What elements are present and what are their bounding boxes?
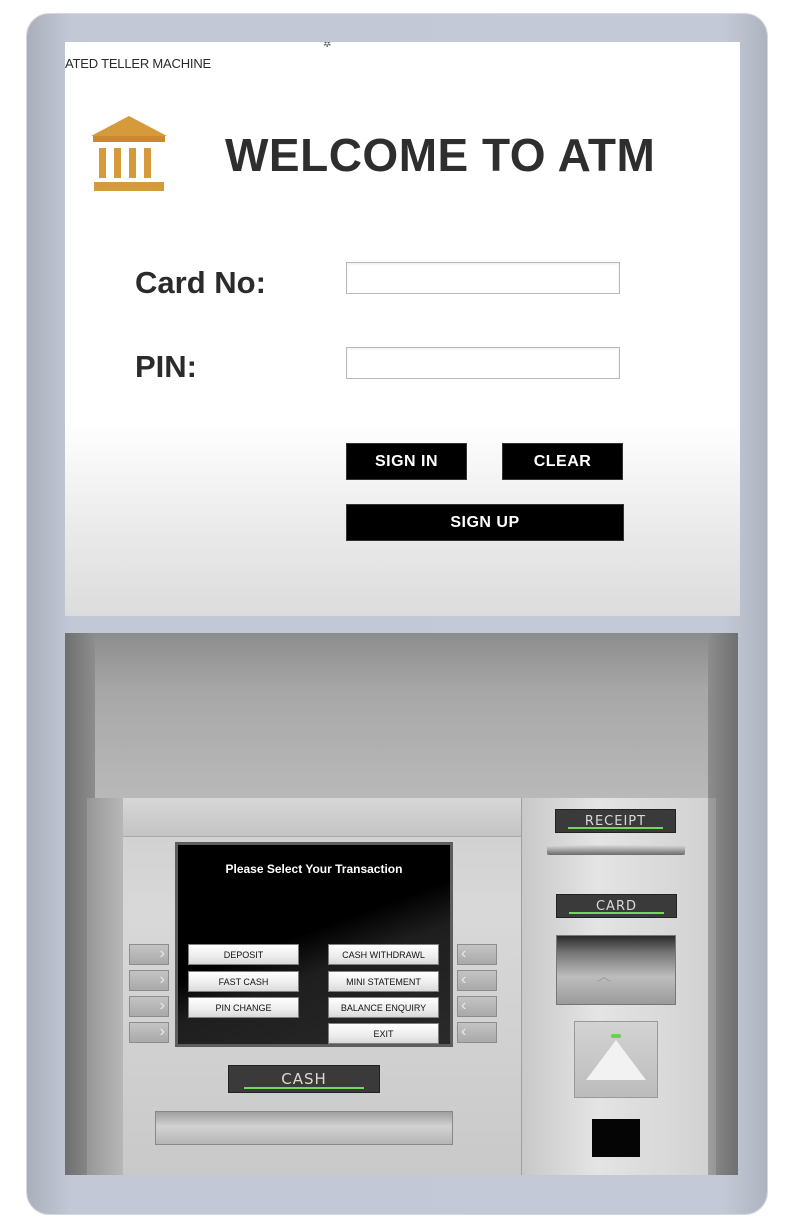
side-key-right-2[interactable]: ‹ [457, 970, 497, 991]
cash-plate: CASH [228, 1065, 380, 1093]
window-title: ATED TELLER MACHINE [65, 56, 211, 71]
chevron-up-icon: ︿ [597, 968, 611, 984]
mini-statement-button[interactable]: MINI STATEMENT [328, 971, 439, 992]
cash-withdrawl-button[interactable]: CASH WITHDRAWL [328, 944, 439, 965]
welcome-heading: WELCOME TO ATM [225, 129, 656, 181]
side-key-left-4[interactable]: › [129, 1022, 169, 1043]
screen-title: Please Select Your Transaction [225, 862, 403, 876]
side-key-right-3[interactable]: ‹ [457, 996, 497, 1017]
pad-indicator [611, 1034, 621, 1038]
sign-up-button[interactable]: SIGN UP [346, 504, 624, 541]
atm-machine: Please Select Your Transaction DEPOSIT F… [65, 633, 738, 1175]
card-number-label: Card No: [135, 265, 266, 300]
chevron-left-icon: ‹ [461, 1023, 467, 1040]
receipt-slot [547, 845, 685, 855]
chevron-right-icon: › [159, 997, 165, 1014]
exit-button[interactable]: EXIT [328, 1023, 439, 1044]
cash-dispenser-slot [155, 1111, 453, 1145]
login-window: ATED TELLER MACHINE ✲ WELCOME TO ATM Car… [65, 42, 740, 616]
side-key-left-1[interactable]: › [129, 944, 169, 965]
pin-label: PIN: [135, 349, 197, 384]
fast-cash-button[interactable]: FAST CASH [188, 971, 299, 992]
sign-in-button[interactable]: SIGN IN [346, 443, 467, 480]
bank-building-icon [91, 116, 167, 191]
deposit-button[interactable]: DEPOSIT [188, 944, 299, 965]
side-key-left-3[interactable]: › [129, 996, 169, 1017]
pin-change-button[interactable]: PIN CHANGE [188, 997, 299, 1018]
receipt-indicator [567, 827, 664, 829]
balance-enquiry-button[interactable]: BALANCE ENQUIRY [328, 997, 439, 1018]
atm-ceiling [65, 633, 738, 798]
side-key-left-2[interactable]: › [129, 970, 169, 991]
side-key-right-4[interactable]: ‹ [457, 1022, 497, 1043]
card-number-field[interactable] [346, 262, 620, 294]
chevron-left-icon: ‹ [461, 997, 467, 1014]
chevron-right-icon: › [159, 971, 165, 988]
cash-label: CASH [281, 1070, 327, 1088]
card-reader-slot: ︿ [556, 935, 676, 1005]
receipt-plate: RECEIPT [555, 809, 676, 833]
atm-screen: Please Select Your Transaction DEPOSIT F… [178, 845, 450, 1044]
chevron-left-icon: ‹ [461, 945, 467, 962]
window-pin-icon: ✲ [323, 42, 332, 50]
fingerprint-pad [574, 1021, 658, 1098]
chevron-right-icon: › [159, 945, 165, 962]
pin-field[interactable] [346, 347, 620, 379]
card-indicator [568, 912, 665, 914]
deposit-slot [592, 1119, 640, 1157]
card-plate: CARD [556, 894, 677, 918]
pad-shape [586, 1040, 646, 1080]
atm-panel-top [123, 798, 521, 837]
cash-indicator [244, 1087, 364, 1089]
clear-button[interactable]: CLEAR [502, 443, 623, 480]
chevron-right-icon: › [159, 1023, 165, 1040]
chevron-left-icon: ‹ [461, 971, 467, 988]
side-key-right-1[interactable]: ‹ [457, 944, 497, 965]
